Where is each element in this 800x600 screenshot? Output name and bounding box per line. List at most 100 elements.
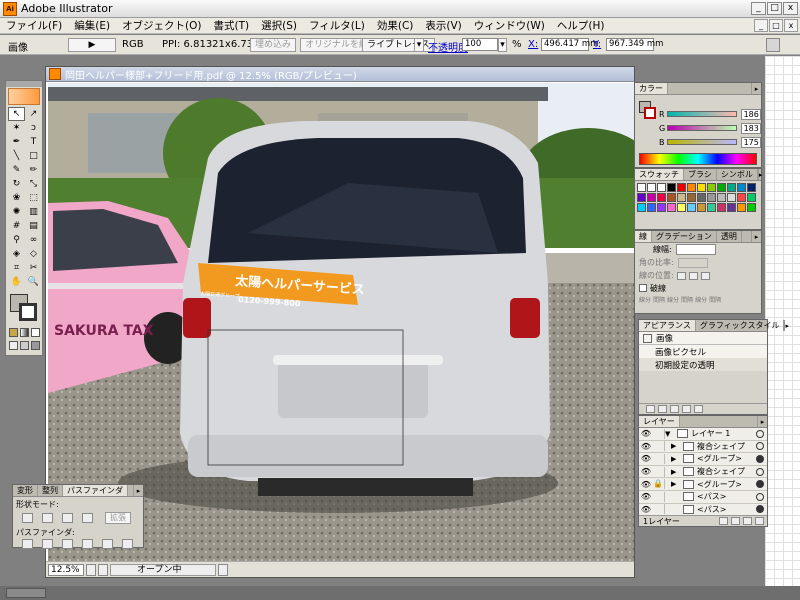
green-value-input[interactable]: 183 [740,122,761,134]
magic-wand-tool-icon[interactable]: ✶ [8,121,25,135]
appearance-new-icon[interactable] [646,405,655,413]
lock-toggle-icon[interactable] [653,491,665,502]
type-tool-icon[interactable]: T [25,135,42,149]
doc-close-button[interactable]: x [784,19,798,32]
swatch[interactable] [647,193,656,202]
gap-cell-2[interactable]: 間隔 [681,295,693,304]
menu-object[interactable]: オブジェクト(O) [122,18,201,33]
close-button[interactable]: x [783,2,798,15]
swatch[interactable] [697,193,706,202]
target-circle-icon[interactable] [756,442,764,451]
appearance-row[interactable]: 初期設定の透明 [639,358,767,371]
brushes-tab[interactable]: ブラシ [684,169,717,180]
visibility-eye-icon[interactable]: 👁 [639,442,653,451]
panel-menu-icon[interactable] [766,38,780,52]
lock-toggle-icon[interactable] [653,466,665,477]
layers-tab[interactable]: レイヤー [639,416,680,427]
swatches-panel-menu-icon[interactable]: ▸ [757,169,762,180]
symbol-sprayer-tool-icon[interactable]: ✺ [8,205,25,219]
zoom-level-input[interactable]: 12.5% [48,563,84,576]
expand-button[interactable]: 拡張 [105,512,131,524]
swatch[interactable] [667,193,676,202]
swatch[interactable] [747,203,756,212]
swatch-none[interactable] [637,183,646,192]
free-transform-tool-icon[interactable]: ⬚ [25,191,42,205]
menu-select[interactable]: 選択(S) [261,18,297,33]
crop-tool-icon[interactable]: ⌗ [8,261,25,275]
mesh-tool-icon[interactable]: # [8,219,25,233]
blue-value-input[interactable]: 175 [740,136,761,148]
swatch[interactable] [657,203,666,212]
stroke-panel-menu-icon[interactable]: ▸ [751,231,761,242]
y-input[interactable]: 967.349 mm [606,38,663,51]
swatch[interactable] [667,203,676,212]
expand-triangle-icon[interactable]: ▼ [665,430,674,438]
exclude-overlap-icon[interactable] [82,513,93,523]
stroke-miter-input[interactable] [677,257,708,268]
appearance-reduce-icon[interactable] [670,405,679,413]
direct-selection-tool-icon[interactable]: ↗ [25,107,42,121]
rectangle-tool-icon[interactable]: □ [25,149,42,163]
swatch[interactable] [737,203,746,212]
appearance-item-image[interactable]: 画像 [656,332,673,344]
swatch[interactable] [737,193,746,202]
swatch[interactable] [697,203,706,212]
gap-cell-3[interactable]: 間隔 [709,295,721,304]
appearance-panel-menu-icon[interactable]: ▸ [784,320,789,331]
red-slider[interactable] [667,111,737,117]
gradient-tab[interactable]: グラデーション [652,231,717,242]
swatches-tab[interactable]: スウォッチ [635,169,684,180]
expand-triangle-icon[interactable]: ▶ [671,480,680,488]
none-mode-icon[interactable] [31,328,40,337]
screen-mode-full-menu-icon[interactable] [20,341,29,350]
make-clipping-mask-icon[interactable] [719,517,728,525]
menu-file[interactable]: ファイル(F) [6,18,62,33]
symbols-tab[interactable]: シンボル [717,169,758,180]
visibility-eye-icon[interactable]: 👁 [639,505,653,514]
rotate-tool-icon[interactable]: ↻ [8,177,25,191]
layer-row[interactable]: 👁 ▶ 複合シェイプ [639,440,767,454]
add-to-shape-icon[interactable] [22,513,33,523]
merge-icon[interactable] [62,539,73,549]
menu-edit[interactable]: 編集(E) [74,18,110,33]
lock-toggle-icon[interactable] [653,428,665,439]
layer-row[interactable]: 👁 <パス> [639,490,767,504]
align-inside-icon[interactable] [688,271,698,280]
status-prev-button[interactable] [98,563,108,576]
green-slider[interactable] [667,125,737,131]
swatch[interactable] [737,183,746,192]
visibility-eye-icon[interactable]: 👁 [639,480,653,489]
image-link-dropdown[interactable]: ▶ [68,38,116,52]
swatch[interactable] [637,193,646,202]
blue-slider[interactable] [667,139,737,145]
layer-row[interactable]: 👁 🔒 ▶ <グループ> [639,478,767,491]
layer-row[interactable]: 👁 ▼ レイヤー 1 [639,428,767,441]
swatch[interactable] [697,183,706,192]
appearance-duplicate-icon[interactable] [682,405,691,413]
document-title-bar[interactable]: 岡田ヘルパー様部+フリード用.pdf @ 12.5% (RGB/プレビュー) [46,67,634,82]
dash-cell-3[interactable]: 線分 [695,295,707,304]
expand-triangle-icon[interactable]: ▶ [671,442,680,450]
doc-minimize-button[interactable]: _ [754,19,768,32]
gap-cell-1[interactable]: 間隔 [653,295,665,304]
status-text[interactable]: オープン中 [110,563,216,576]
menu-help[interactable]: ヘルプ(H) [557,18,605,33]
status-menu-button[interactable] [218,563,228,576]
color-mode-icon[interactable] [9,328,18,337]
hand-tool-icon[interactable]: ✋ [8,275,25,289]
menu-effect[interactable]: 効果(C) [377,18,414,33]
expand-triangle-icon[interactable]: ▶ [671,468,680,476]
new-sublayer-icon[interactable] [731,517,740,525]
embed-button[interactable]: 埋め込み [250,38,297,52]
dashed-line-checkbox[interactable] [639,284,647,292]
warp-tool-icon[interactable]: ❀ [8,191,25,205]
appearance-clear-icon[interactable] [658,405,667,413]
minus-back-icon[interactable] [122,539,133,549]
swatch[interactable] [657,183,666,192]
align-center-icon[interactable] [676,271,686,280]
x-label[interactable]: X: [528,39,538,50]
transparency-tab[interactable]: 透明 [717,231,742,242]
graphic-styles-tab[interactable]: グラフィックスタイル [696,320,785,331]
swatch[interactable] [727,203,736,212]
blend-tool-icon[interactable]: ∞ [25,233,42,247]
